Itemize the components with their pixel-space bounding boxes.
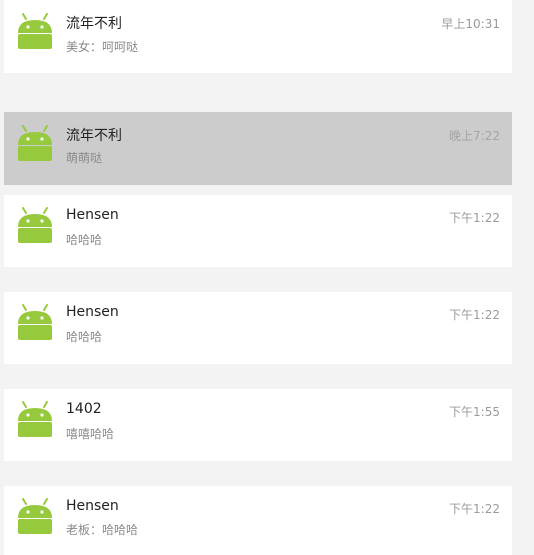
android-robot-icon — [18, 13, 52, 49]
contact-name: Hensen — [66, 498, 119, 514]
message-preview: 美女：呵呵哒 — [66, 40, 139, 54]
message-preview: 嘻嘻哈哈 — [66, 427, 115, 441]
contact-name: 流年不利 — [66, 128, 122, 144]
message-time: 下午1:22 — [449, 502, 500, 516]
contact-name: Hensen — [66, 207, 119, 223]
message-time: 下午1:22 — [449, 308, 500, 322]
android-robot-icon — [18, 207, 52, 243]
android-robot-icon — [18, 125, 52, 161]
contact-name: 1402 — [66, 401, 102, 417]
message-time: 晚上7:22 — [449, 129, 500, 143]
android-robot-icon — [18, 304, 52, 340]
android-robot-icon — [18, 401, 52, 437]
contact-name: Hensen — [66, 304, 119, 320]
conversation-item[interactable]: Hensen 哈哈哈 下午1:22 — [4, 292, 512, 364]
android-robot-icon — [18, 498, 52, 534]
contact-name: 流年不利 — [66, 16, 122, 32]
message-preview: 萌萌哒 — [66, 151, 103, 165]
conversation-item-selected[interactable]: 流年不利 萌萌哒 晚上7:22 — [4, 112, 512, 185]
conversation-item[interactable]: Hensen 哈哈哈 下午1:22 — [4, 195, 512, 267]
conversation-item[interactable]: 流年不利 美女：呵呵哒 早上10:31 — [4, 0, 512, 73]
conversation-screen: 流年不利 美女：呵呵哒 早上10:31 流年不利 萌萌哒 晚上7:22 Hens… — [0, 0, 534, 555]
conversation-item[interactable]: 1402 嘻嘻哈哈 下午1:55 — [4, 389, 512, 461]
message-time: 下午1:55 — [449, 405, 500, 419]
message-preview: 老板：哈哈哈 — [66, 523, 139, 537]
message-preview: 哈哈哈 — [66, 330, 103, 344]
conversation-item[interactable]: Hensen 老板：哈哈哈 下午1:22 — [4, 486, 512, 555]
message-time: 下午1:22 — [449, 211, 500, 225]
message-time: 早上10:31 — [441, 17, 500, 31]
message-preview: 哈哈哈 — [66, 233, 103, 247]
